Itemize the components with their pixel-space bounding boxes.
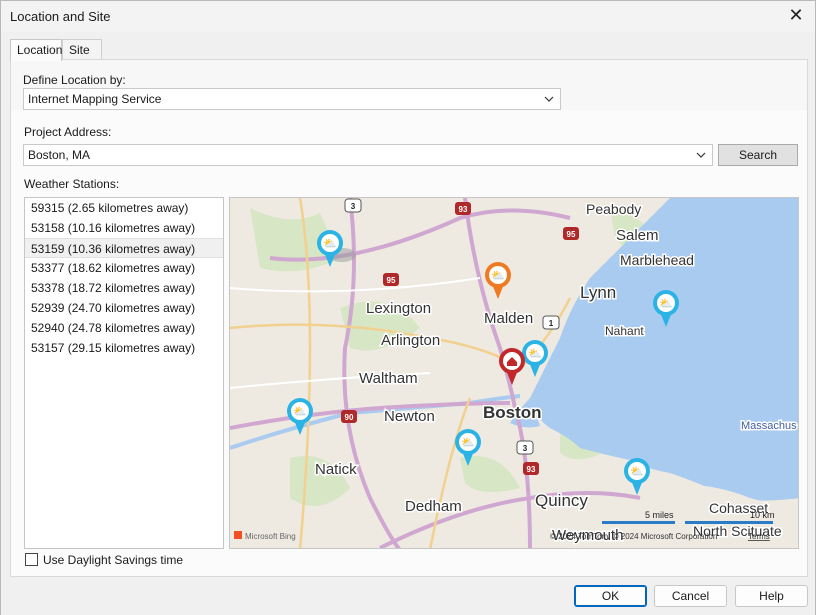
help-button[interactable]: Help <box>735 585 808 607</box>
list-item[interactable]: 53378 (18.72 kilometres away) <box>25 278 223 298</box>
list-item[interactable]: 52940 (24.78 kilometres away) <box>25 318 223 338</box>
location-panel: Define Location by: Internet Mapping Ser… <box>10 59 808 577</box>
tab-location-label: Location <box>17 43 63 57</box>
place-label: Natick <box>315 461 357 478</box>
route-shield-label: 3 <box>523 444 528 453</box>
map-terms-link[interactable]: Terms <box>748 532 770 541</box>
route-shield-label: 1 <box>549 319 554 328</box>
place-label: Marblehead <box>620 252 694 268</box>
title-bar: Location and Site ✕ <box>1 1 815 32</box>
bing-logo-icon <box>234 531 242 539</box>
svg-text:⛅: ⛅ <box>323 238 337 250</box>
cancel-button[interactable]: Cancel <box>654 585 727 607</box>
place-label: Boston <box>483 403 542 422</box>
svg-text:⛅: ⛅ <box>528 348 542 360</box>
route-shield-label: 95 <box>387 276 396 285</box>
search-button[interactable]: Search <box>718 144 798 166</box>
svg-text:⛅: ⛅ <box>630 466 644 478</box>
window-title: Location and Site <box>10 9 111 24</box>
project-address-label: Project Address: <box>24 125 112 139</box>
define-location-value: Internet Mapping Service <box>28 92 162 106</box>
route-shield-label: 93 <box>527 465 536 474</box>
tab-site-label: Site <box>69 43 90 57</box>
place-label: Quincy <box>535 491 588 510</box>
water-label: Massachus <box>741 420 797 432</box>
list-item[interactable]: 53158 (10.16 kilometres away) <box>25 218 223 238</box>
svg-text:⛅: ⛅ <box>461 437 475 449</box>
scale-miles-bar <box>602 521 675 524</box>
close-icon[interactable]: ✕ <box>783 4 809 28</box>
route-shield-label: 93 <box>459 205 468 214</box>
list-item[interactable]: 53377 (18.62 kilometres away) <box>25 258 223 278</box>
place-label: Dedham <box>405 498 462 515</box>
bing-logo-text: Microsoft Bing <box>245 532 296 541</box>
route-shield-label: 3 <box>351 202 356 211</box>
place-label: Lynn <box>580 283 616 302</box>
list-item[interactable]: 52939 (24.70 kilometres away) <box>25 298 223 318</box>
tab-site[interactable]: Site <box>62 39 102 60</box>
svg-text:⛅: ⛅ <box>659 298 673 310</box>
place-label: Waltham <box>359 370 418 387</box>
list-item[interactable]: 59315 (2.65 kilometres away) <box>25 198 223 218</box>
chevron-down-icon <box>544 96 554 102</box>
place-label: Salem <box>616 227 659 244</box>
map-canvas: 3 93 95 95 1 90 3 93 Peabody Salem Marbl… <box>230 198 798 548</box>
dialog-footer: OK Cancel Help <box>1 578 815 615</box>
weather-stations-label: Weather Stations: <box>24 177 120 191</box>
list-item-selected[interactable]: 53159 (10.36 kilometres away) <box>25 238 223 258</box>
place-label: Malden <box>484 310 533 327</box>
dialog-window: Location and Site ✕ Location Site Define… <box>0 0 816 615</box>
list-item[interactable]: 53157 (29.15 kilometres away) <box>25 338 223 358</box>
weather-stations-list[interactable]: 59315 (2.65 kilometres away) 53158 (10.1… <box>24 197 224 549</box>
svg-text:⛅: ⛅ <box>491 270 505 282</box>
scale-km-label: 10 km <box>750 510 775 520</box>
daylight-savings-label: Use Daylight Savings time <box>43 553 184 567</box>
route-shield-label: 90 <box>345 413 354 422</box>
scale-km-bar <box>685 521 773 524</box>
place-label: Newton <box>384 408 435 425</box>
tab-location[interactable]: Location <box>10 39 62 61</box>
place-label: Peabody <box>586 201 641 217</box>
define-location-select[interactable]: Internet Mapping Service <box>23 88 561 110</box>
project-address-input[interactable]: Boston, MA <box>23 144 713 166</box>
map-view[interactable]: 3 93 95 95 1 90 3 93 Peabody Salem Marbl… <box>229 197 799 549</box>
scale-miles-label: 5 miles <box>645 510 674 520</box>
chevron-down-icon <box>696 152 706 158</box>
place-label: Arlington <box>381 332 440 349</box>
daylight-savings-checkbox[interactable] <box>25 553 38 566</box>
project-address-value: Boston, MA <box>28 148 91 162</box>
ok-button[interactable]: OK <box>574 585 647 607</box>
svg-text:⛅: ⛅ <box>293 406 307 418</box>
place-label: Nahant <box>605 324 644 338</box>
route-shield-label: 95 <box>567 230 576 239</box>
map-copyright: © 2024 TomTom, © 2024 Microsoft Corporat… <box>550 532 717 541</box>
place-label: Lexington <box>366 300 431 317</box>
define-location-label: Define Location by: <box>23 73 126 87</box>
